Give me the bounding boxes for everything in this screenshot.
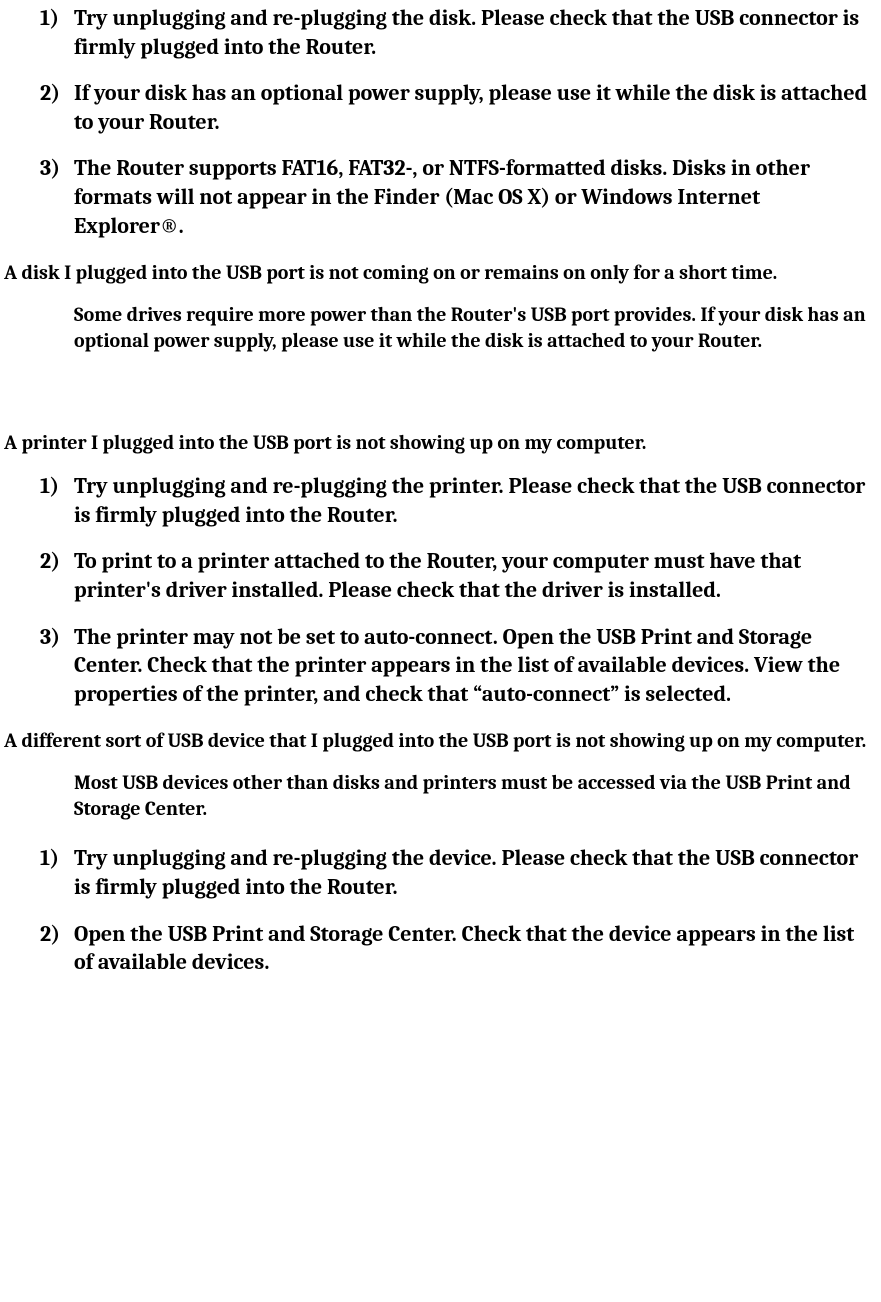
disk-power-heading: A disk I plugged into the USB port is no… xyxy=(4,260,873,286)
list-item: 3) The Router supports FAT16, FAT32-, or… xyxy=(4,154,873,240)
list-text: If your disk has an optional power suppl… xyxy=(74,79,873,136)
list-number: 1) xyxy=(40,472,74,529)
list-text: The printer may not be set to auto-conne… xyxy=(74,623,873,709)
list-text: The Router supports FAT16, FAT32-, or NT… xyxy=(74,154,873,240)
list-text: To print to a printer attached to the Ro… xyxy=(74,547,873,604)
list-number: 3) xyxy=(40,154,74,240)
list-item: 3) The printer may not be set to auto-co… xyxy=(4,623,873,709)
list-item: 1) Try unplugging and re-plugging the di… xyxy=(4,4,873,61)
list-text: Open the USB Print and Storage Center. C… xyxy=(74,920,873,977)
spacer xyxy=(4,376,873,412)
list-text: Try unplugging and re-plugging the devic… xyxy=(74,844,873,901)
list-item: 1) Try unplugging and re-plugging the pr… xyxy=(4,472,873,529)
list-item: 1) Try unplugging and re-plugging the de… xyxy=(4,844,873,901)
list-number: 2) xyxy=(40,920,74,977)
list-number: 1) xyxy=(40,4,74,61)
other-device-troubleshoot-list: 1) Try unplugging and re-plugging the de… xyxy=(4,844,873,976)
printer-heading: A printer I plugged into the USB port is… xyxy=(4,430,873,456)
list-item: 2) To print to a printer attached to the… xyxy=(4,547,873,604)
list-text: Try unplugging and re-plugging the disk.… xyxy=(74,4,873,61)
list-item: 2) Open the USB Print and Storage Center… xyxy=(4,920,873,977)
disk-power-paragraph: Some drives require more power than the … xyxy=(4,302,873,354)
list-number: 3) xyxy=(40,623,74,709)
list-text: Try unplugging and re-plugging the print… xyxy=(74,472,873,529)
list-item: 2) If your disk has an optional power su… xyxy=(4,79,873,136)
printer-troubleshoot-list: 1) Try unplugging and re-plugging the pr… xyxy=(4,472,873,708)
other-device-heading: A different sort of USB device that I pl… xyxy=(4,728,873,754)
list-number: 1) xyxy=(40,844,74,901)
disk-troubleshoot-list: 1) Try unplugging and re-plugging the di… xyxy=(4,4,873,240)
list-number: 2) xyxy=(40,547,74,604)
list-number: 2) xyxy=(40,79,74,136)
other-device-paragraph: Most USB devices other than disks and pr… xyxy=(4,770,873,822)
